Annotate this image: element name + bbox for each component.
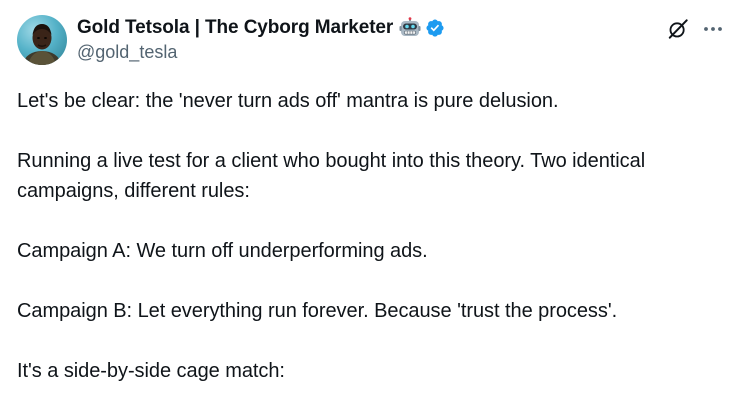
tweet-paragraph: It's a side-by-side cage match:	[17, 360, 285, 382]
tweet-paragraph: Let's be clear: the 'never turn ads off'…	[17, 90, 559, 112]
avatar[interactable]	[17, 15, 67, 65]
verified-badge-icon[interactable]	[425, 18, 445, 38]
tweet-text: Let's be clear: the 'never turn ads off'…	[17, 86, 727, 416]
tweet-paragraph: Campaign B: Let everything run forever. …	[17, 300, 618, 322]
tweet-paragraph: Running a live test for a client who bou…	[17, 150, 646, 202]
more-icon[interactable]	[701, 17, 725, 41]
author-block: Gold Tetsola | The Cyborg Marketer @gold…	[77, 15, 445, 63]
tweet: Gold Tetsola | The Cyborg Marketer @gold…	[0, 0, 741, 400]
display-name[interactable]: Gold Tetsola | The Cyborg Marketer	[77, 17, 393, 39]
name-row: Gold Tetsola | The Cyborg Marketer	[77, 15, 445, 41]
tweet-paragraph: Campaign A: We turn off underperforming …	[17, 240, 428, 262]
robot-face-icon	[399, 17, 421, 39]
grok-icon[interactable]	[667, 18, 689, 40]
avatar-image	[24, 24, 60, 65]
handle[interactable]: @gold_tesla	[77, 42, 445, 63]
